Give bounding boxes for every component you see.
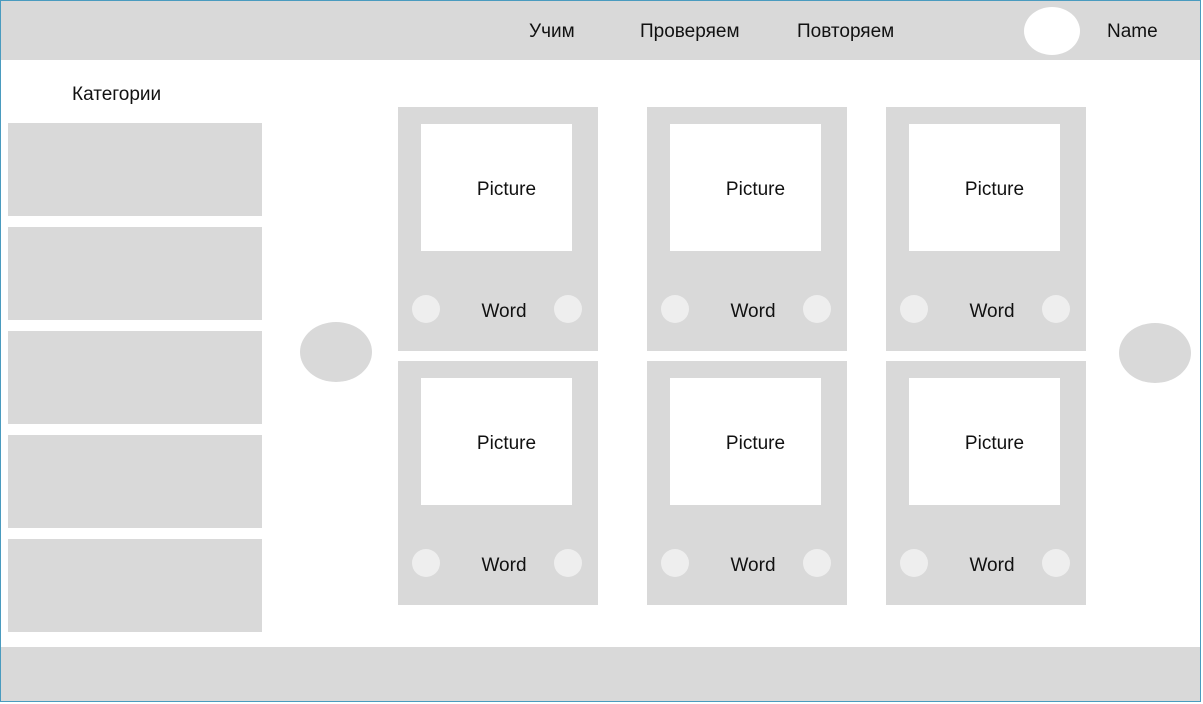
category-item[interactable]	[8, 331, 262, 424]
picture-label: Picture	[964, 433, 1025, 454]
picture-label: Picture	[476, 433, 537, 454]
card-right-button[interactable]	[554, 295, 582, 323]
card-picture: Picture	[421, 124, 572, 251]
word-card[interactable]: Picture Word	[886, 107, 1086, 351]
word-card[interactable]: Picture Word	[886, 361, 1086, 605]
card-picture: Picture	[670, 124, 821, 251]
user-name[interactable]: Name	[1107, 21, 1158, 43]
card-picture: Picture	[670, 378, 821, 505]
prev-page-button[interactable]	[300, 322, 372, 382]
word-card[interactable]: Picture Word	[398, 107, 598, 351]
nav-repeat[interactable]: Повторяем	[797, 21, 894, 43]
picture-label: Picture	[964, 179, 1025, 200]
card-right-button[interactable]	[1042, 549, 1070, 577]
card-right-button[interactable]	[554, 549, 582, 577]
word-card[interactable]: Picture Word	[647, 107, 847, 351]
nav-learn[interactable]: Учим	[529, 21, 575, 43]
picture-label: Picture	[725, 433, 786, 454]
card-right-button[interactable]	[803, 549, 831, 577]
picture-label: Picture	[725, 179, 786, 200]
nav-check[interactable]: Проверяем	[640, 21, 740, 43]
card-right-button[interactable]	[803, 295, 831, 323]
avatar[interactable]	[1024, 7, 1080, 55]
card-picture: Picture	[421, 378, 572, 505]
picture-label: Picture	[476, 179, 537, 200]
category-item[interactable]	[8, 435, 262, 528]
category-item[interactable]	[8, 539, 262, 632]
categories-title: Категории	[72, 84, 162, 105]
word-card[interactable]: Picture Word	[647, 361, 847, 605]
footer	[1, 647, 1200, 701]
card-picture: Picture	[909, 124, 1060, 251]
next-page-button[interactable]	[1119, 323, 1191, 383]
word-card[interactable]: Picture Word	[398, 361, 598, 605]
category-item[interactable]	[8, 227, 262, 320]
category-item[interactable]	[8, 123, 262, 216]
top-bar	[1, 1, 1200, 60]
card-right-button[interactable]	[1042, 295, 1070, 323]
card-picture: Picture	[909, 378, 1060, 505]
